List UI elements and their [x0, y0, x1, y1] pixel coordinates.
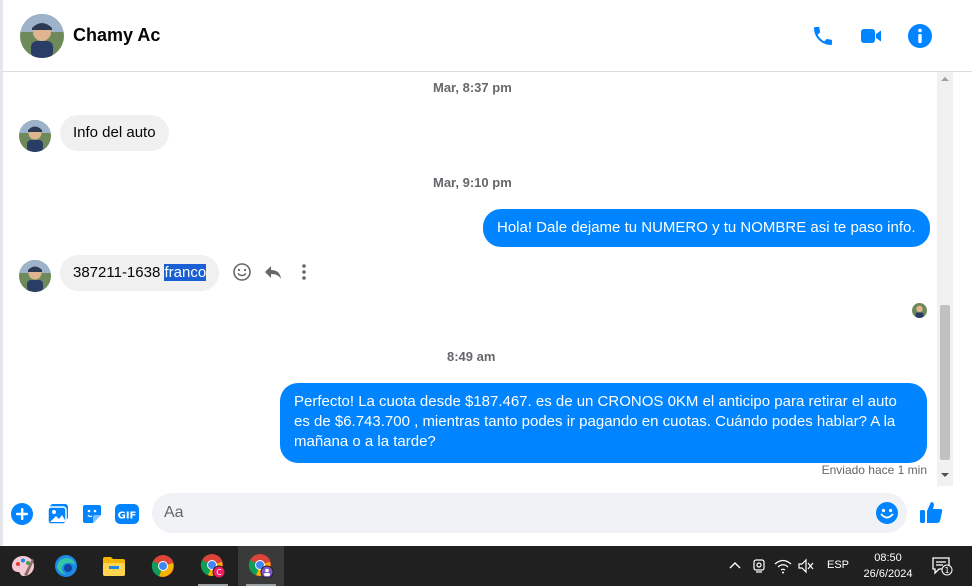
- notifications-button[interactable]: 1: [930, 557, 954, 576]
- clock-date: 26/6/2024: [863, 568, 913, 580]
- chrome-profile-icon: [248, 554, 274, 579]
- windows-taskbar: C ESP 08:50 26/6/2024 1: [0, 546, 972, 586]
- paint-palette-icon: [12, 556, 34, 576]
- react-button[interactable]: [231, 261, 253, 283]
- scroll-up-arrow-icon[interactable]: [940, 74, 950, 84]
- scroll-down-arrow-icon[interactable]: [940, 470, 950, 480]
- smiley-icon: [233, 263, 251, 281]
- reply-button[interactable]: [262, 261, 284, 283]
- video-icon: [861, 29, 881, 43]
- gif-button[interactable]: GIF: [114, 501, 140, 527]
- tray-wifi[interactable]: [774, 557, 792, 575]
- incoming-message[interactable]: Info del auto: [60, 115, 169, 151]
- scrollbar[interactable]: [937, 72, 953, 486]
- emoji-icon: [876, 502, 898, 524]
- volume-muted-icon: [798, 558, 814, 574]
- more-options-button[interactable]: [293, 261, 315, 283]
- sticker-button[interactable]: [79, 501, 105, 527]
- chrome-icon: [151, 555, 174, 577]
- selected-text: franco: [164, 264, 207, 281]
- outgoing-message[interactable]: Hola! Dale dejame tu NUMERO y tu NOMBRE …: [483, 209, 930, 247]
- tray-webcam[interactable]: [750, 557, 768, 575]
- info-icon: [908, 24, 932, 48]
- notification-count: 1: [944, 566, 949, 575]
- notification-icon: 1: [932, 557, 953, 576]
- system-clock[interactable]: 08:50 26/6/2024: [853, 550, 923, 582]
- reply-icon: [265, 266, 281, 279]
- taskbar-app-chrome-profile-active[interactable]: [238, 546, 284, 586]
- sticker-icon: [83, 505, 101, 523]
- message-input-wrapper: [152, 493, 907, 533]
- messenger-window: Chamy Ac Mar, 8:37 pm Info del auto Mar,…: [0, 0, 972, 546]
- wifi-icon: [774, 559, 792, 574]
- camera-status-icon: [753, 559, 765, 573]
- seen-receipt-avatar: [912, 303, 927, 318]
- call-button[interactable]: [809, 22, 837, 50]
- taskbar-app-edge[interactable]: [43, 546, 89, 586]
- thumbs-up-icon: [920, 502, 943, 523]
- conversation-info-button[interactable]: [906, 22, 934, 50]
- svg-text:GIF: GIF: [118, 511, 137, 522]
- show-hidden-icons-button[interactable]: [726, 557, 744, 575]
- svg-text:C: C: [216, 568, 222, 577]
- message-list[interactable]: Mar, 8:37 pm Info del auto Mar, 9:10 pm …: [3, 72, 937, 486]
- outgoing-message[interactable]: Perfecto! La cuota desde $187.467. es de…: [280, 383, 927, 463]
- emoji-button[interactable]: [875, 501, 899, 525]
- tray-volume[interactable]: [797, 557, 815, 575]
- taskbar-app-paint[interactable]: [0, 546, 46, 586]
- contact-avatar[interactable]: [20, 14, 64, 58]
- input-language[interactable]: ESP: [827, 559, 849, 571]
- edge-browser-icon: [55, 555, 77, 577]
- attach-photo-button[interactable]: [45, 501, 71, 527]
- contact-name[interactable]: Chamy Ac: [73, 25, 160, 46]
- taskbar-app-chrome[interactable]: [140, 546, 186, 586]
- timestamp: Mar, 9:10 pm: [433, 175, 512, 190]
- gif-icon: GIF: [115, 504, 139, 524]
- taskbar-app-file-explorer[interactable]: [91, 546, 137, 586]
- taskbar-app-chrome-profile[interactable]: C: [190, 546, 236, 586]
- timestamp: Mar, 8:37 pm: [433, 80, 512, 95]
- like-button[interactable]: [918, 499, 944, 525]
- message-status: Enviado hace 1 min: [821, 463, 927, 477]
- video-call-button[interactable]: [857, 22, 885, 50]
- chrome-profile-icon: C: [200, 554, 226, 579]
- scrollbar-thumb[interactable]: [940, 305, 950, 460]
- phone-icon: [814, 27, 832, 45]
- plus-circle-icon: [11, 503, 33, 525]
- contact-avatar-small[interactable]: [19, 120, 51, 152]
- timestamp: 8:49 am: [447, 349, 496, 364]
- more-actions-button[interactable]: [9, 501, 35, 527]
- incoming-message[interactable]: 387211-1638 franco: [60, 255, 220, 291]
- chat-header: Chamy Ac: [3, 0, 972, 72]
- message-composer: GIF: [3, 486, 972, 546]
- folder-icon: [103, 557, 125, 576]
- chevron-up-icon: [729, 562, 741, 569]
- image-icon: [47, 504, 68, 525]
- more-dots-icon: [302, 264, 306, 280]
- clock-time: 08:50: [874, 552, 902, 564]
- message-input[interactable]: [164, 493, 864, 533]
- message-text: 387211-1638: [73, 264, 161, 281]
- contact-avatar-small[interactable]: [19, 260, 51, 292]
